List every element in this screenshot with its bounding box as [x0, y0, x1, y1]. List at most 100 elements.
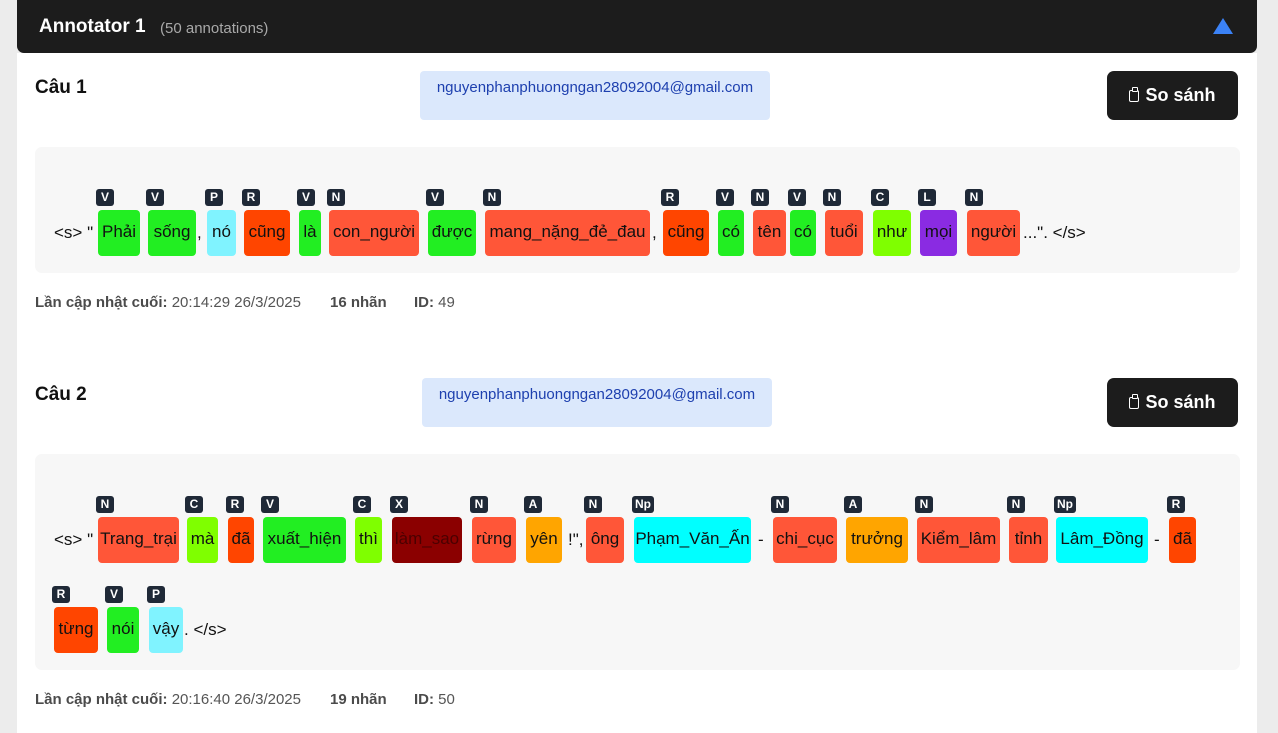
tagged-word[interactable]: thì C	[353, 496, 382, 563]
word-text: như	[876, 222, 908, 241]
word-text: xuất_hiện	[267, 529, 342, 548]
compare-button-label: So sánh	[1145, 392, 1216, 412]
label-count: 19 nhãn	[330, 691, 387, 708]
last-updated-label: Lần cập nhật cuối:	[35, 294, 168, 311]
tagged-word[interactable]: tuổi N	[823, 189, 863, 256]
tagged-word[interactable]: là V	[297, 189, 321, 256]
word-text: tuổi	[830, 222, 858, 241]
tagged-word[interactable]: cũng R	[661, 189, 709, 256]
word-text: nó	[212, 222, 231, 241]
pos-label-badge: X	[390, 496, 408, 513]
pos-label-badge: C	[353, 496, 371, 513]
tagged-word[interactable]: nó P	[205, 189, 236, 256]
punctuation-text: <s> "	[54, 530, 94, 549]
tagged-word[interactable]: Phạm_Văn_Ấn Np	[632, 496, 751, 563]
word-text: đã	[231, 529, 251, 548]
word-text: Phải	[101, 222, 137, 241]
pos-label-badge: A	[524, 496, 542, 513]
tagged-word[interactable]: đã R	[1167, 496, 1196, 563]
tagged-word[interactable]: Lâm_Đồng Np	[1054, 496, 1148, 563]
word-text: cũng	[667, 222, 705, 241]
pos-label-badge: R	[661, 189, 679, 206]
tagged-word[interactable]: chi_cục N	[771, 496, 837, 563]
pos-label-badge: L	[918, 189, 936, 206]
last-updated: Lần cập nhật cuối: 20:14:29 26/3/2025	[35, 294, 301, 311]
tagged-word[interactable]: cũng R	[242, 189, 290, 256]
tagged-word[interactable]: Kiểm_lâm N	[915, 496, 1000, 563]
pos-label-badge: R	[242, 189, 260, 206]
tagged-word[interactable]: con_người N	[327, 189, 419, 256]
word-text: nói	[111, 619, 135, 638]
word-text: mà	[190, 529, 215, 548]
label-count-value: 19	[330, 691, 347, 708]
sentence-title: Câu 1	[35, 77, 87, 98]
punctuation-text: ,	[197, 223, 202, 242]
word-text: rừng	[476, 529, 512, 548]
punctuation-text: ...". </s>	[1023, 223, 1086, 242]
annotator-header[interactable]: Annotator 1 (50 annotations)	[17, 0, 1257, 53]
tagged-word[interactable]: có V	[788, 189, 816, 256]
pos-label-badge: R	[52, 586, 70, 603]
tagged-word[interactable]: mang_nặng_đẻ_đau N	[483, 189, 650, 256]
pos-label-badge: N	[96, 496, 114, 513]
tagged-word[interactable]: mà C	[185, 496, 218, 563]
label-count-value: 16	[330, 294, 347, 311]
tagged-word[interactable]: Phải V	[96, 189, 140, 256]
punctuation-text: ,	[652, 223, 657, 242]
pos-label-badge: V	[146, 189, 164, 206]
tagged-word[interactable]: người N	[965, 189, 1020, 256]
compare-button[interactable]: So sánh	[1107, 71, 1238, 120]
word-text: có	[794, 222, 812, 241]
tagged-word[interactable]: trưởng A	[844, 496, 908, 563]
pos-label-badge: N	[327, 189, 345, 206]
tagged-word[interactable]: rừng N	[470, 496, 516, 563]
tagged-word[interactable]: tên N	[751, 189, 786, 256]
last-updated-value: 20:16:40 26/3/2025	[171, 691, 301, 708]
tagged-word[interactable]: nói V	[105, 586, 139, 653]
annotator-title: Annotator 1	[39, 16, 146, 37]
pos-label-badge: N	[1007, 496, 1025, 513]
punctuation-text: -	[758, 530, 764, 549]
tagged-word[interactable]: mọi L	[918, 189, 957, 256]
word-text: yên	[530, 529, 558, 548]
compare-button-label: So sánh	[1145, 85, 1216, 105]
word-text: từng	[58, 619, 94, 638]
annotator-email: nguyenphanphuongngan28092004@gmail.com	[420, 71, 770, 120]
pos-label-badge: P	[205, 189, 223, 206]
pos-label-badge: Np	[1054, 496, 1076, 513]
tagged-word[interactable]: tỉnh N	[1007, 496, 1048, 563]
word-text: đã	[1173, 529, 1192, 548]
pos-label-badge: R	[226, 496, 244, 513]
punctuation-text: <s> "	[54, 223, 94, 242]
pos-label-badge: P	[147, 586, 165, 603]
word-text: Trang_trại	[100, 529, 177, 548]
word-text: con_người	[332, 222, 416, 241]
word-text: vậy	[152, 619, 180, 638]
tagged-word[interactable]: xuất_hiện V	[261, 496, 346, 563]
tagged-word[interactable]: đã R	[226, 496, 254, 563]
tagged-word[interactable]: yên A	[524, 496, 562, 563]
pos-label-badge: A	[844, 496, 862, 513]
tagged-word[interactable]: được V	[426, 189, 476, 256]
compare-button[interactable]: So sánh	[1107, 378, 1238, 427]
clipboard-icon	[1129, 86, 1140, 102]
last-updated-label: Lần cập nhật cuối:	[35, 691, 168, 708]
tagged-word[interactable]: có V	[716, 189, 744, 256]
tagged-word[interactable]: sống V	[146, 189, 196, 256]
tagged-word[interactable]: vậy P	[147, 586, 183, 653]
annotations-list: Câu 1 nguyenphanphuongngan28092004@gmail…	[17, 53, 1257, 733]
word-text: mọi	[924, 222, 953, 241]
word-text: chi_cục	[776, 529, 834, 548]
tagged-word[interactable]: như C	[871, 189, 911, 256]
tagged-word[interactable]: Trang_trại N	[96, 496, 179, 563]
triangle-up-icon[interactable]	[1213, 18, 1233, 34]
tagged-word[interactable]: từng R	[52, 586, 98, 653]
pos-label-badge: N	[823, 189, 841, 206]
pos-label-badge: C	[185, 496, 203, 513]
punctuation-text: . </s>	[184, 620, 227, 639]
punctuation-text: -	[1154, 530, 1160, 549]
tagged-word[interactable]: làm_sao X	[390, 496, 462, 563]
tagged-word[interactable]: ông N	[584, 496, 624, 563]
sentence-id-label: ID:	[414, 294, 434, 311]
word-text: Lâm_Đồng	[1060, 529, 1144, 548]
